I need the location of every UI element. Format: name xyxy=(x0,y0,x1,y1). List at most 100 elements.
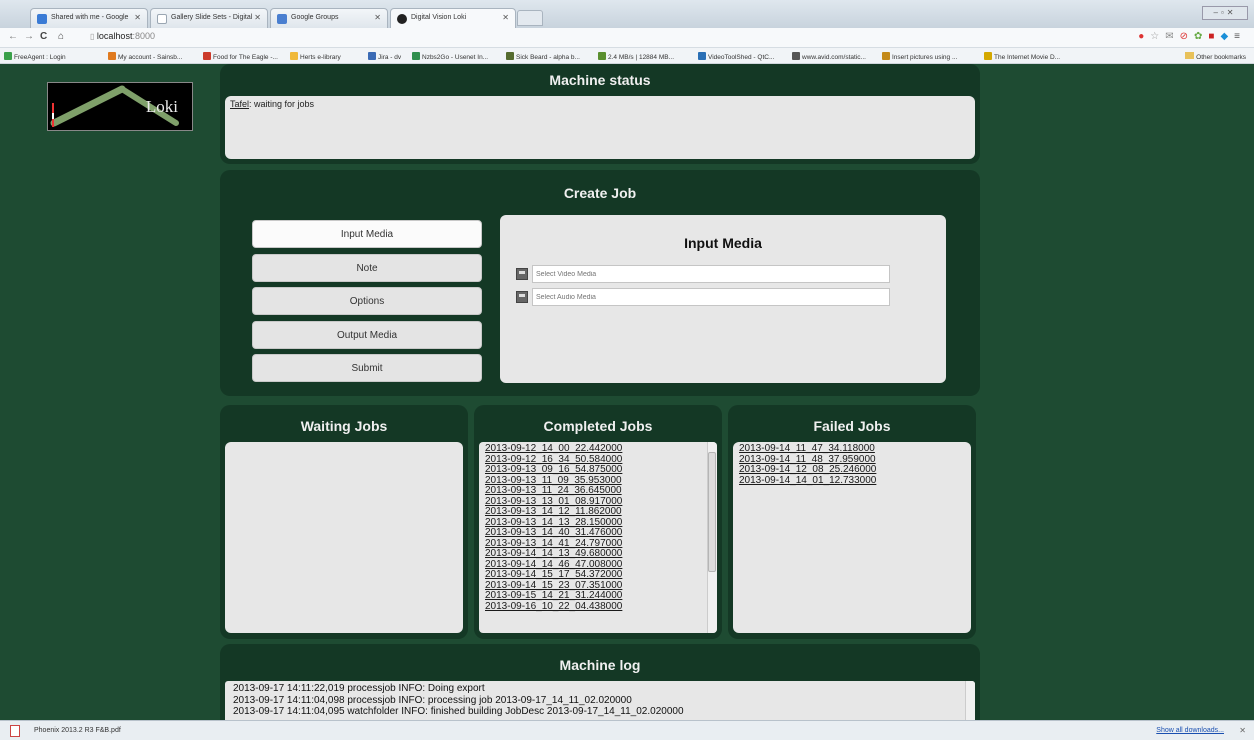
browser-tab-label: Google Groups xyxy=(291,14,339,21)
failed-job-link[interactable]: 2013-09-14_12_08_25.246000 xyxy=(739,464,965,476)
completed-job-link[interactable]: 2013-09-14_15_17_54.372000 xyxy=(485,569,711,581)
mail-icon[interactable]: ✉ xyxy=(1165,31,1179,42)
url-port: :8000 xyxy=(132,31,155,41)
bookmark-item[interactable]: 2.4 MB/s | 12884 MB... xyxy=(598,52,674,61)
close-icon[interactable]: ✕ xyxy=(502,13,509,22)
browser-tab-1[interactable]: Gallery Slide Sets - Digital ✕ xyxy=(150,8,268,28)
note-button[interactable]: Note xyxy=(252,254,482,282)
close-icon[interactable]: ✕ xyxy=(254,13,261,22)
reload-icon[interactable]: C xyxy=(40,31,47,42)
bookmark-icon xyxy=(698,52,706,60)
waiting-jobs-list[interactable] xyxy=(225,442,463,633)
machine-log-scrollbar[interactable] xyxy=(965,681,975,720)
completed-job-link[interactable]: 2013-09-13_11_24_36.645000 xyxy=(485,485,711,497)
machine-log-lines: 2013-09-17 14:11:22,019 processjob INFO:… xyxy=(225,681,975,720)
bookmark-icon xyxy=(984,52,992,60)
completed-job-link[interactable]: 2013-09-14_14_13_49.680000 xyxy=(485,548,711,560)
input-media-panel: Input Media xyxy=(500,215,946,383)
failed-job-link[interactable]: 2013-09-14_14_01_12.733000 xyxy=(739,475,965,487)
failed-job-link[interactable]: 2013-09-14_11_47_34.118000 xyxy=(739,443,965,455)
completed-job-link[interactable]: 2013-09-13_09_16_54.875000 xyxy=(485,464,711,476)
machine-status-title: Machine status xyxy=(549,72,651,88)
bookmark-item[interactable]: FreeAgent : Login xyxy=(4,52,66,61)
completed-jobs-scrollbar[interactable] xyxy=(707,442,717,633)
create-job-panel: Create Job Input Media Note Options Outp… xyxy=(220,170,980,396)
url-field[interactable]: ▯ localhost:8000 xyxy=(86,30,1086,45)
folder-icon[interactable] xyxy=(516,291,528,303)
completed-job-link[interactable]: 2013-09-16_10_22_04.438000 xyxy=(485,601,711,613)
url-host: localhost xyxy=(96,31,133,41)
extension-icon[interactable]: ✿ xyxy=(1194,31,1208,42)
completed-jobs-panel: Completed Jobs 2013-09-12_14_00_22.44200… xyxy=(474,405,722,639)
forward-icon[interactable]: → xyxy=(24,31,34,42)
machine-name-link[interactable]: Tafel xyxy=(230,99,249,109)
bookmark-item[interactable]: Nzbs2Go - Usenet In... xyxy=(412,52,488,61)
bookmark-icon xyxy=(412,52,420,60)
bookmark-item[interactable]: The Internet Movie D... xyxy=(984,52,1060,61)
bookmark-item[interactable]: Jira - dv xyxy=(368,52,401,61)
browser-tab-2[interactable]: Google Groups ✕ xyxy=(270,8,388,28)
download-bar: Phoenix 2013.2 R3 F&B.pdf Show all downl… xyxy=(0,720,1254,740)
browser-tab-label: Gallery Slide Sets - Digital xyxy=(171,14,253,21)
dropbox-icon[interactable]: ◆ xyxy=(1220,31,1234,42)
log-line: 2013-09-17 14:11:04,098 processjob INFO:… xyxy=(233,694,632,706)
folder-icon[interactable] xyxy=(516,268,528,280)
show-all-downloads-link[interactable]: Show all downloads... xyxy=(1156,727,1224,734)
lastpass-icon[interactable]: ■ xyxy=(1208,31,1220,42)
record-icon[interactable]: ● xyxy=(1138,31,1150,42)
bookmark-item[interactable]: Food for The Eagle -... xyxy=(203,52,278,61)
video-media-row xyxy=(516,265,896,283)
bookmarks-bar: FreeAgent : Login My account - Sainsb...… xyxy=(0,48,1254,64)
bookmark-item[interactable]: Sick Beard - alpha b... xyxy=(506,52,580,61)
input-media-title: Input Media xyxy=(684,235,762,251)
completed-job-link[interactable]: 2013-09-13_14_40_31.476000 xyxy=(485,527,711,539)
star-icon[interactable]: ☆ xyxy=(1150,31,1165,42)
bookmark-icon xyxy=(506,52,514,60)
bookmark-icon xyxy=(203,52,211,60)
block-icon[interactable]: ⊘ xyxy=(1180,31,1194,42)
bookmark-icon xyxy=(4,52,12,60)
close-icon[interactable]: ✕ xyxy=(374,13,381,22)
bookmark-item[interactable]: Herts e-library xyxy=(290,52,341,61)
extension-icons[interactable]: ●☆✉⊘✿■◆≡ xyxy=(1138,31,1246,42)
output-media-button[interactable]: Output Media xyxy=(252,321,482,349)
back-icon[interactable]: ← xyxy=(8,31,18,42)
browser-tab-3[interactable]: Digital Vision Loki ✕ xyxy=(390,8,516,28)
menu-icon[interactable]: ≡ xyxy=(1234,31,1246,42)
submit-button[interactable]: Submit xyxy=(252,354,482,382)
completed-job-link[interactable]: 2013-09-15_14_21_31.244000 xyxy=(485,590,711,602)
completed-job-link[interactable]: 2013-09-13_14_12_11.862000 xyxy=(485,506,711,518)
browser-tab-label: Shared with me - Google xyxy=(51,14,129,21)
machine-log-panel: Machine log 2013-09-17 14:11:22,019 proc… xyxy=(220,644,980,720)
bookmark-icon xyxy=(882,52,890,60)
close-icon[interactable]: ✕ xyxy=(1239,726,1246,735)
scrollbar-thumb[interactable] xyxy=(708,452,716,572)
loki-logo: Loki xyxy=(47,82,193,131)
new-tab-button[interactable] xyxy=(517,10,543,26)
page-icon xyxy=(157,14,167,24)
bookmark-item[interactable]: VideoToolShed - QtC... xyxy=(698,52,774,61)
window-controls[interactable]: –▫✕ xyxy=(1202,6,1248,20)
bookmark-item[interactable]: www.avid.com/static... xyxy=(792,52,866,61)
home-icon[interactable]: ⌂ xyxy=(58,31,64,42)
close-icon[interactable]: ✕ xyxy=(134,13,141,22)
failed-jobs-panel: Failed Jobs 2013-09-14_11_47_34.118000 20… xyxy=(728,405,976,639)
completed-jobs-list: 2013-09-12_14_00_22.442000 2013-09-12_16_… xyxy=(479,442,717,633)
completed-jobs-items: 2013-09-12_14_00_22.442000 2013-09-12_16_… xyxy=(479,442,717,614)
audio-media-input[interactable] xyxy=(532,288,890,306)
completed-job-link[interactable]: 2013-09-12_14_00_22.442000 xyxy=(485,443,711,455)
bookmark-item[interactable]: Insert pictures using ... xyxy=(882,52,957,61)
machine-status-panel: Machine status Tafel: waiting for jobs xyxy=(220,64,980,164)
options-button[interactable]: Options xyxy=(252,287,482,315)
machine-status-line: Tafel: waiting for jobs xyxy=(225,96,975,112)
drive-icon xyxy=(37,14,47,24)
other-bookmarks[interactable]: Other bookmarks xyxy=(1185,52,1246,61)
bookmark-icon xyxy=(108,52,116,60)
page-icon: ▯ xyxy=(90,32,95,41)
input-media-button[interactable]: Input Media xyxy=(252,220,482,248)
bookmark-item[interactable]: My account - Sainsb... xyxy=(108,52,182,61)
log-line: 2013-09-17 14:11:22,019 processjob INFO:… xyxy=(233,683,485,694)
browser-tab-0[interactable]: Shared with me - Google ✕ xyxy=(30,8,148,28)
video-media-input[interactable] xyxy=(532,265,890,283)
download-item[interactable]: Phoenix 2013.2 R3 F&B.pdf xyxy=(34,727,121,734)
